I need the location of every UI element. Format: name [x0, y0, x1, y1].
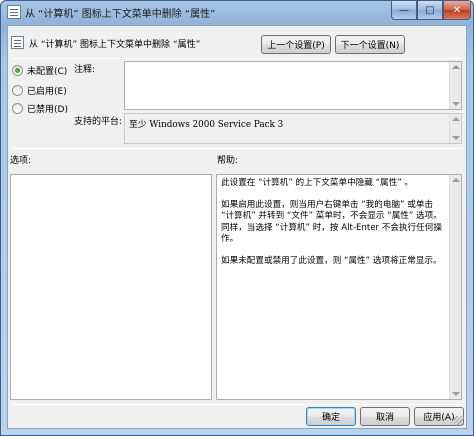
- scroll-down-icon[interactable]: [452, 102, 460, 106]
- policy-setting-icon: [11, 36, 24, 49]
- radio-indicator[interactable]: [12, 103, 23, 114]
- help-paragraph: 此设置在 “计算机” 的上下文菜单中隐藏 “属性” 。: [221, 178, 414, 188]
- supported-scrollbar[interactable]: [449, 114, 461, 143]
- help-scrollbar[interactable]: [449, 175, 461, 399]
- header-divider: [12, 58, 462, 59]
- close-button[interactable]: ✕: [443, 1, 471, 20]
- dialog-body: 从 “计算机” 图标上下文菜单中删除 “属性” 上一个设置(P) 下一个设置(N…: [7, 25, 467, 429]
- comment-scrollbar[interactable]: [449, 62, 461, 109]
- policy-name: 从 “计算机” 图标上下文菜单中删除 “属性”: [29, 40, 201, 50]
- scroll-down-icon[interactable]: [452, 392, 460, 396]
- supported-platforms-field: 至少 Windows 2000 Service Pack 3: [124, 113, 462, 144]
- options-label: 选项:: [10, 156, 32, 166]
- scroll-up-icon[interactable]: [452, 117, 460, 121]
- policy-setting-icon: [7, 5, 21, 19]
- middle-divider: [12, 148, 462, 149]
- radio-indicator[interactable]: [12, 85, 23, 96]
- minimize-button[interactable]: —: [391, 1, 417, 20]
- radio-disabled[interactable]: 已禁用(D): [12, 102, 68, 115]
- help-paragraph: 如果未配置或禁用了此设置，则 “属性” 选项将正常显示。: [221, 255, 442, 266]
- cancel-button[interactable]: 取消: [360, 407, 410, 426]
- scroll-up-icon[interactable]: [452, 65, 460, 69]
- comment-textarea[interactable]: [124, 61, 462, 110]
- radio-not-configured[interactable]: 未配置(C): [12, 64, 67, 77]
- resize-grip-icon[interactable]: [454, 416, 464, 426]
- title-bar[interactable]: 从 “计算机” 图标上下文菜单中删除 “属性” — □ ✕: [1, 1, 473, 23]
- radio-label: 已禁用(D): [27, 105, 68, 115]
- options-panel: [10, 174, 212, 400]
- help-paragraph: 如果启用此设置，则当用户右键单击 “我的电脑” 或单击 “计算机” 并转到 “文…: [221, 199, 442, 245]
- footer-divider: [12, 404, 462, 405]
- ok-button[interactable]: 确定: [306, 407, 356, 426]
- help-panel: 此设置在 “计算机” 的上下文菜单中隐藏 “属性” 。 如果启用此设置，则当用户…: [216, 174, 462, 400]
- previous-setting-button[interactable]: 上一个设置(P): [261, 35, 331, 54]
- policy-dialog-window: 从 “计算机” 图标上下文菜单中删除 “属性” — □ ✕ 从 “计算机” 图标…: [0, 0, 474, 436]
- scroll-up-icon[interactable]: [452, 178, 460, 182]
- help-label: 帮助:: [217, 156, 239, 166]
- radio-enabled[interactable]: 已启用(E): [12, 84, 67, 97]
- scroll-down-icon[interactable]: [452, 136, 460, 140]
- radio-indicator[interactable]: [12, 65, 23, 76]
- next-setting-button[interactable]: 下一个设置(N): [335, 35, 405, 54]
- maximize-button[interactable]: □: [417, 1, 443, 20]
- comment-label: 注释:: [74, 65, 96, 75]
- supported-platforms-label: 支持的平台:: [74, 117, 123, 127]
- help-text: 此设置在 “计算机” 的上下文菜单中隐藏 “属性” 。 如果启用此设置，则当用户…: [217, 175, 449, 280]
- radio-label: 已启用(E): [27, 87, 67, 97]
- radio-label: 未配置(C): [27, 67, 68, 77]
- window-title: 从 “计算机” 图标上下文菜单中删除 “属性”: [25, 9, 216, 20]
- supported-platforms-value: 至少 Windows 2000 Service Pack 3: [129, 120, 284, 130]
